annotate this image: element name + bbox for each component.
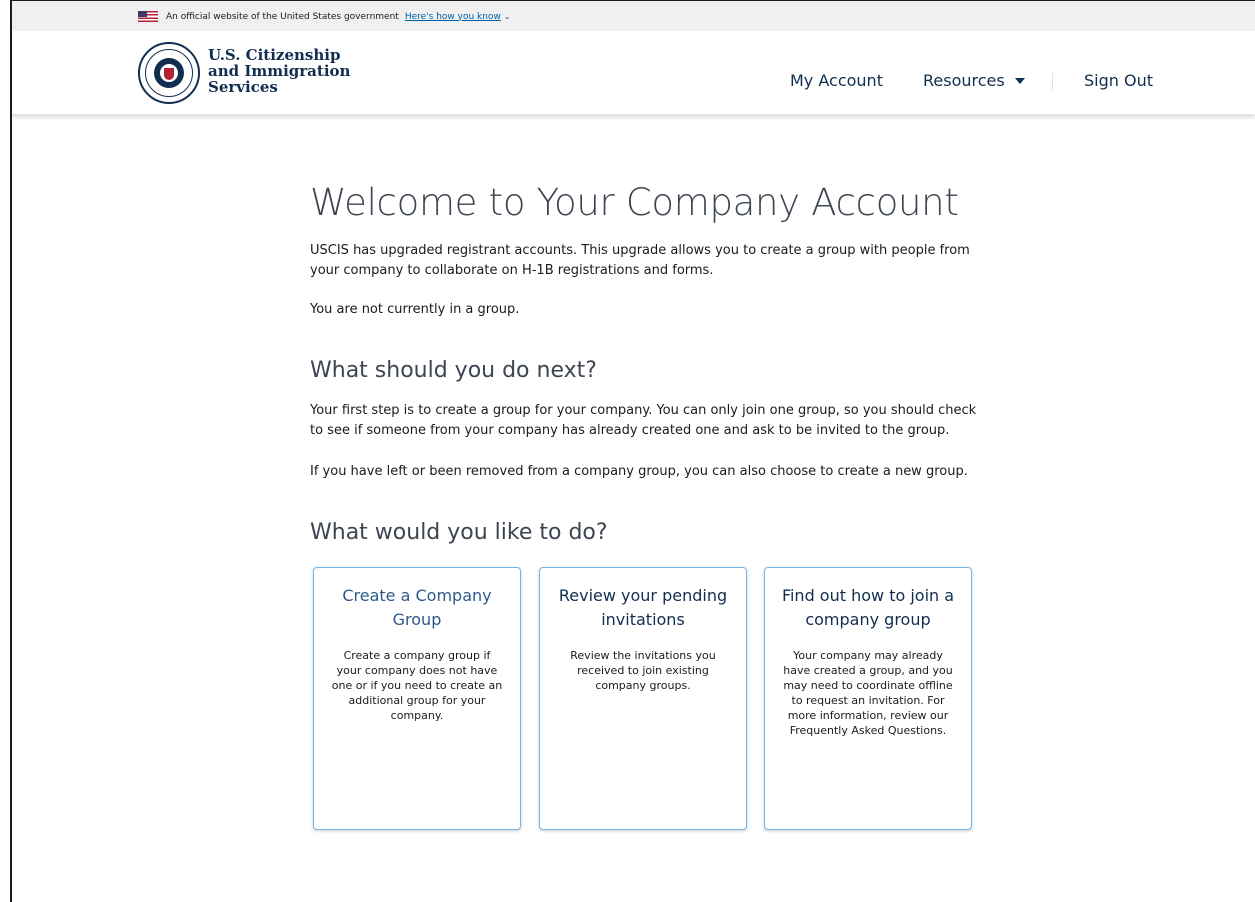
intro-paragraph: USCIS has upgraded registrant accounts. … <box>310 243 970 278</box>
nav-sign-out[interactable]: Sign Out <box>1084 71 1153 90</box>
card-description: Create a company group if your company d… <box>331 649 503 722</box>
uscis-logo-text[interactable]: U.S. Citizenship and Immigration Service… <box>208 47 350 95</box>
logo-line-1: U.S. Citizenship <box>208 46 341 64</box>
card-title[interactable]: Create a Company Group <box>326 584 508 632</box>
dhs-seal-icon[interactable] <box>138 42 200 104</box>
official-gov-banner: An official website of the United States… <box>12 1 1255 31</box>
nav-divider <box>1052 73 1053 91</box>
card-description: Review the invitations you received to j… <box>570 649 716 692</box>
first-step-paragraph: Your first step is to create a group for… <box>310 403 977 438</box>
actions-heading: What would you like to do? <box>310 520 608 545</box>
create-company-group-card[interactable]: Create a Company Group Create a company … <box>313 567 521 830</box>
gov-banner-content: An official website of the United States… <box>138 11 511 22</box>
card-title[interactable]: Review your pending invitations <box>552 584 734 632</box>
card-title[interactable]: Find out how to join a company group <box>777 584 959 632</box>
heres-how-you-know-link[interactable]: Here's how you know <box>405 12 501 22</box>
nav-resources-label: Resources <box>923 71 1005 90</box>
group-status-text: You are not currently in a group. <box>310 302 520 317</box>
card-description: Your company may already have created a … <box>783 649 953 737</box>
caret-down-icon <box>1014 77 1025 84</box>
logo-line-2: and Immigration <box>208 62 351 80</box>
gov-banner-text: An official website of the United States… <box>166 11 399 22</box>
join-company-group-card[interactable]: Find out how to join a company group You… <box>764 567 972 830</box>
review-pending-invitations-card[interactable]: Review your pending invitations Review t… <box>539 567 747 830</box>
us-flag-icon <box>138 11 158 22</box>
chevron-down-icon[interactable]: ⌄ <box>504 12 511 21</box>
next-steps-heading: What should you do next? <box>310 358 597 383</box>
site-header: U.S. Citizenship and Immigration Service… <box>12 31 1255 115</box>
nav-my-account[interactable]: My Account <box>790 71 883 90</box>
left-group-paragraph: If you have left or been removed from a … <box>310 464 968 479</box>
logo-line-3: Services <box>208 78 278 96</box>
page-title: Welcome to Your Company Account <box>310 181 959 224</box>
nav-resources[interactable]: Resources <box>923 71 1025 90</box>
window-frame-left <box>10 0 12 902</box>
main-content: Welcome to Your Company Account USCIS ha… <box>310 180 990 830</box>
